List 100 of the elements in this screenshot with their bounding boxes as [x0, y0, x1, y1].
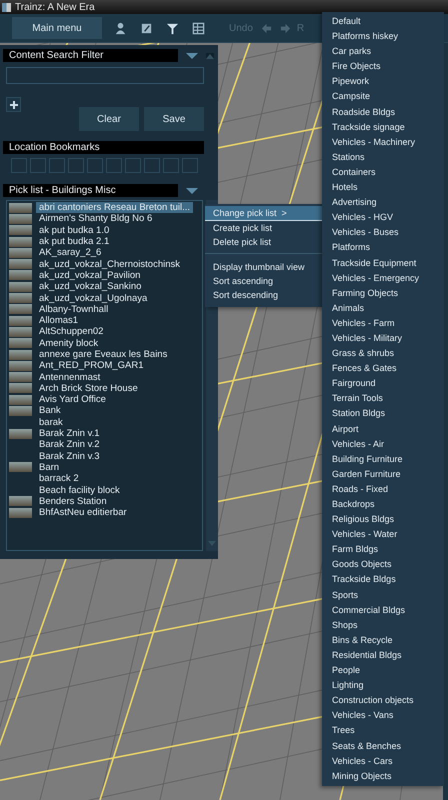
menu-item[interactable]: Campsite [322, 89, 444, 105]
scroll-down-icon[interactable] [208, 541, 216, 547]
pick-list-item[interactable]: Barn [9, 462, 200, 474]
menu-item[interactable]: Garden Furniture [322, 466, 444, 482]
menu-item[interactable]: Sort ascending [205, 274, 322, 288]
pick-list-item[interactable]: Airmen's Shanty Bldg No 6 [9, 213, 200, 225]
menu-item[interactable]: Trackside signage [322, 120, 444, 135]
menu-item[interactable]: Lighting [322, 678, 444, 694]
menu-item[interactable]: Display thumbnail view [205, 260, 322, 274]
pick-list-item[interactable]: Arch Brick Store House [9, 382, 200, 394]
menu-item[interactable]: Platforms [322, 240, 444, 256]
menu-item[interactable]: Airport [322, 422, 444, 437]
pick-list-item[interactable]: ak put budka 1.0 [9, 224, 200, 236]
menu-item[interactable]: Residential Bldgs [322, 648, 444, 664]
edit-icon[interactable] [140, 22, 153, 34]
bookmark-slot[interactable] [11, 158, 27, 173]
menu-item[interactable]: Pipework [322, 74, 444, 90]
menu-item[interactable]: Fire Objects [322, 59, 444, 74]
menu-item[interactable]: Create pick list [205, 221, 322, 235]
pick-list-item[interactable]: barrack 2 [9, 473, 200, 484]
pick-list-item[interactable]: Amenity block [9, 338, 200, 349]
menu-item[interactable]: Building Furniture [322, 452, 444, 467]
menu-item[interactable]: Vehicles - HGV [322, 210, 444, 226]
bookmark-slot[interactable] [182, 158, 198, 173]
pick-list-item[interactable]: BhfAstNeu editierbar [9, 507, 200, 518]
grid-icon[interactable] [192, 22, 205, 34]
menu-item[interactable]: Vehicles - Emergency [322, 270, 444, 286]
pick-list-item[interactable]: AK_saray_2_6 [9, 247, 200, 258]
menu-item[interactable]: Vehicles - Buses [322, 225, 444, 240]
bookmark-slot[interactable] [106, 158, 122, 173]
menu-item[interactable]: Fences & Gates [322, 361, 444, 376]
menu-item[interactable]: Containers [322, 164, 444, 180]
menu-item[interactable]: Trackside Bldgs [322, 572, 444, 588]
pick-list-item[interactable]: Albany-Townhall [9, 304, 200, 315]
menu-item[interactable]: Trackside Equipment [322, 256, 444, 271]
add-button[interactable] [6, 97, 21, 112]
menu-item[interactable]: Backdrops [322, 497, 444, 512]
menu-item[interactable]: Roads - Fixed [322, 482, 444, 497]
menu-item[interactable]: Station Bldgs [322, 406, 444, 422]
menu-item[interactable]: Vehicles - Cars [322, 754, 444, 769]
pick-list-item[interactable]: Barak Znin v.3 [9, 450, 200, 462]
menu-item[interactable]: Mining Objects [322, 768, 444, 784]
menu-item[interactable]: Vehicles - Water [322, 527, 444, 542]
pick-list-item[interactable]: AltSchuppen02 [9, 326, 200, 338]
menu-item[interactable]: Grass & shrubs [322, 346, 444, 362]
menu-item[interactable]: Vehicles - Military [322, 330, 444, 346]
menu-item[interactable]: Goods Objects [322, 557, 444, 572]
menu-item[interactable]: People [322, 663, 444, 678]
right-arrow-icon[interactable] [280, 22, 291, 34]
menu-item[interactable]: Shops [322, 618, 444, 633]
bookmark-slot[interactable] [68, 158, 84, 173]
dropdown-arrow-icon[interactable] [186, 52, 198, 58]
menu-item[interactable]: Terrain Tools [322, 391, 444, 406]
filter-action-button[interactable]: Clear [79, 107, 139, 131]
pick-list-item[interactable]: ak_uzd_vokzal_Sankino [9, 281, 200, 292]
filter-action-button[interactable]: Save [144, 107, 204, 131]
menu-item[interactable]: Construction objects [322, 693, 444, 708]
bookmark-slot[interactable] [144, 158, 160, 173]
pick-list-item[interactable]: ak_uzd_vokzal_Chernoistochinsk [9, 258, 200, 270]
bookmark-slot[interactable] [30, 158, 46, 173]
menu-item[interactable]: Stations [322, 150, 444, 165]
bookmark-slot[interactable] [87, 158, 103, 173]
pick-list-item[interactable]: Allomas1 [9, 314, 200, 326]
menu-item[interactable]: Platforms hiskey [322, 29, 444, 44]
menu-item[interactable]: Change pick list > [205, 206, 322, 221]
menu-item[interactable]: Commercial Bldgs [322, 602, 444, 618]
menu-item[interactable]: Vehicles - Machinery [322, 134, 444, 150]
pick-list-item[interactable]: ak_uzd_vokzal_Pavilion [9, 270, 200, 282]
menu-item[interactable]: Roadside Bldgs [322, 104, 444, 120]
pick-list-item[interactable]: Avis Yard Office [9, 394, 200, 406]
menu-item[interactable]: Advertising [322, 195, 444, 210]
menu-item[interactable]: Delete pick list [205, 235, 322, 249]
pick-list-item[interactable]: ak put budka 2.1 [9, 236, 200, 248]
bookmark-slot[interactable] [125, 158, 141, 173]
main-menu-tab[interactable]: Main menu [12, 17, 102, 39]
menu-item[interactable]: Farming Objects [322, 286, 444, 301]
pick-list-item[interactable]: abri cantoniers Reseau Breton tuil... [9, 202, 200, 214]
pick-list-item[interactable]: Barak Znin v.1 [9, 428, 200, 440]
filter-icon[interactable] [166, 22, 179, 34]
scroll-up-icon[interactable] [206, 52, 214, 58]
menu-item[interactable]: Bins & Recycle [322, 632, 444, 648]
menu-item[interactable]: Seats & Benches [322, 738, 444, 754]
left-arrow-icon[interactable] [260, 22, 272, 34]
menu-item[interactable]: Vehicles - Vans [322, 708, 444, 724]
menu-item[interactable]: Car parks [322, 44, 444, 60]
bookmark-slot[interactable] [163, 158, 179, 173]
pick-list-item[interactable]: Ant_RED_PROM_GAR1 [9, 360, 200, 372]
pick-list-item[interactable]: ak_uzd_vokzal_Ugolnaya [9, 292, 200, 304]
pick-list-item[interactable]: annexe gare Eveaux les Bains [9, 348, 200, 360]
pick-list-item[interactable]: Antennenmast [9, 371, 200, 383]
pick-list-item[interactable]: Bank [9, 405, 200, 417]
menu-item[interactable]: Farm Bldgs [322, 542, 444, 558]
menu-item[interactable]: Sports [322, 588, 444, 603]
menu-item[interactable]: Hotels [322, 180, 444, 196]
menu-item[interactable]: Fairground [322, 376, 444, 392]
search-field[interactable] [6, 67, 204, 84]
bookmark-slot[interactable] [49, 158, 65, 173]
menu-item[interactable]: Default [322, 14, 444, 30]
dropdown-arrow-icon[interactable] [186, 188, 198, 194]
pick-list-item[interactable]: Barak Znin v.2 [9, 439, 200, 451]
